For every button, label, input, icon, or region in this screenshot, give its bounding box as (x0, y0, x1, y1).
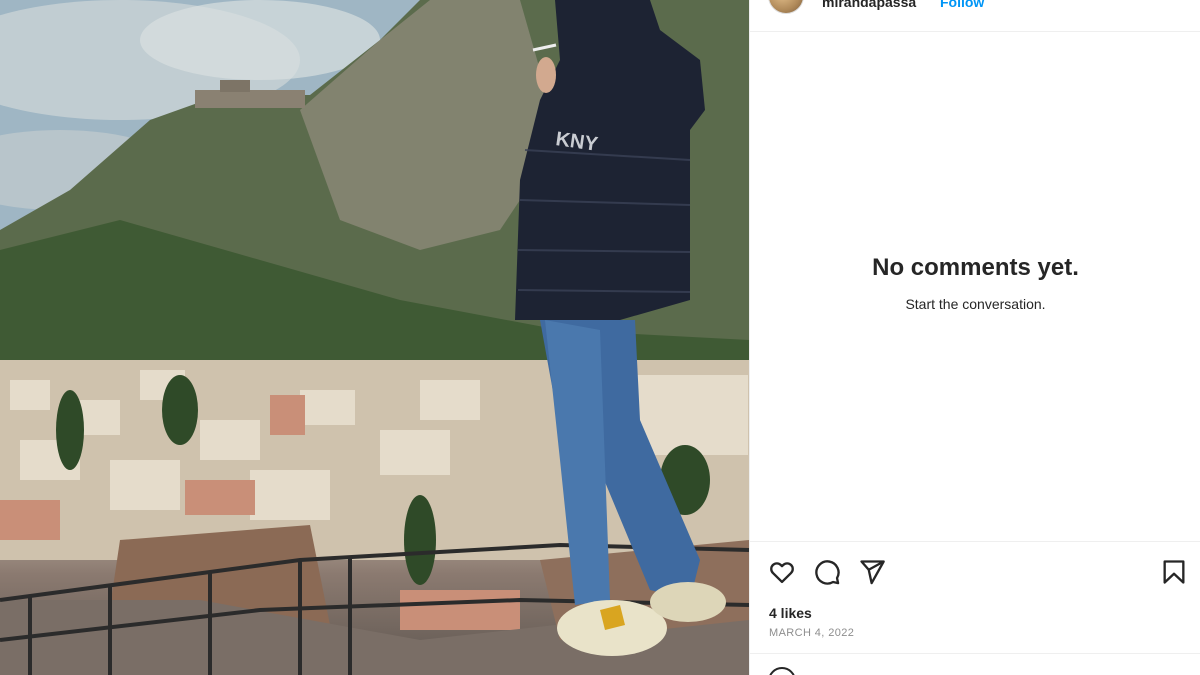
photo-illustration: KNY (0, 0, 749, 675)
heart-icon[interactable] (768, 558, 796, 586)
send-icon[interactable] (858, 558, 886, 586)
post-photo[interactable]: KNY (0, 0, 749, 675)
comment-icon[interactable] (813, 558, 841, 586)
comment-input-row (750, 655, 1200, 675)
empty-comments: No comments yet. Start the conversation. (750, 254, 1200, 312)
username-link[interactable]: mirandapassa (822, 0, 916, 10)
post-sidebar: mirandapassa Follow No comments yet. Sta… (749, 0, 1200, 675)
empty-comments-title: No comments yet. (872, 254, 1079, 281)
post-actions: 4 likes MARCH 4, 2022 (750, 541, 1200, 654)
empty-comments-subtitle: Start the conversation. (905, 296, 1046, 312)
post-date[interactable]: MARCH 4, 2022 (769, 627, 854, 639)
bookmark-icon[interactable] (1160, 558, 1188, 586)
follow-button[interactable]: Follow (940, 0, 984, 10)
avatar[interactable] (768, 0, 804, 14)
emoji-icon[interactable] (768, 667, 796, 675)
post-header: mirandapassa Follow (750, 0, 1200, 32)
likes-count[interactable]: 4 likes (769, 605, 812, 621)
